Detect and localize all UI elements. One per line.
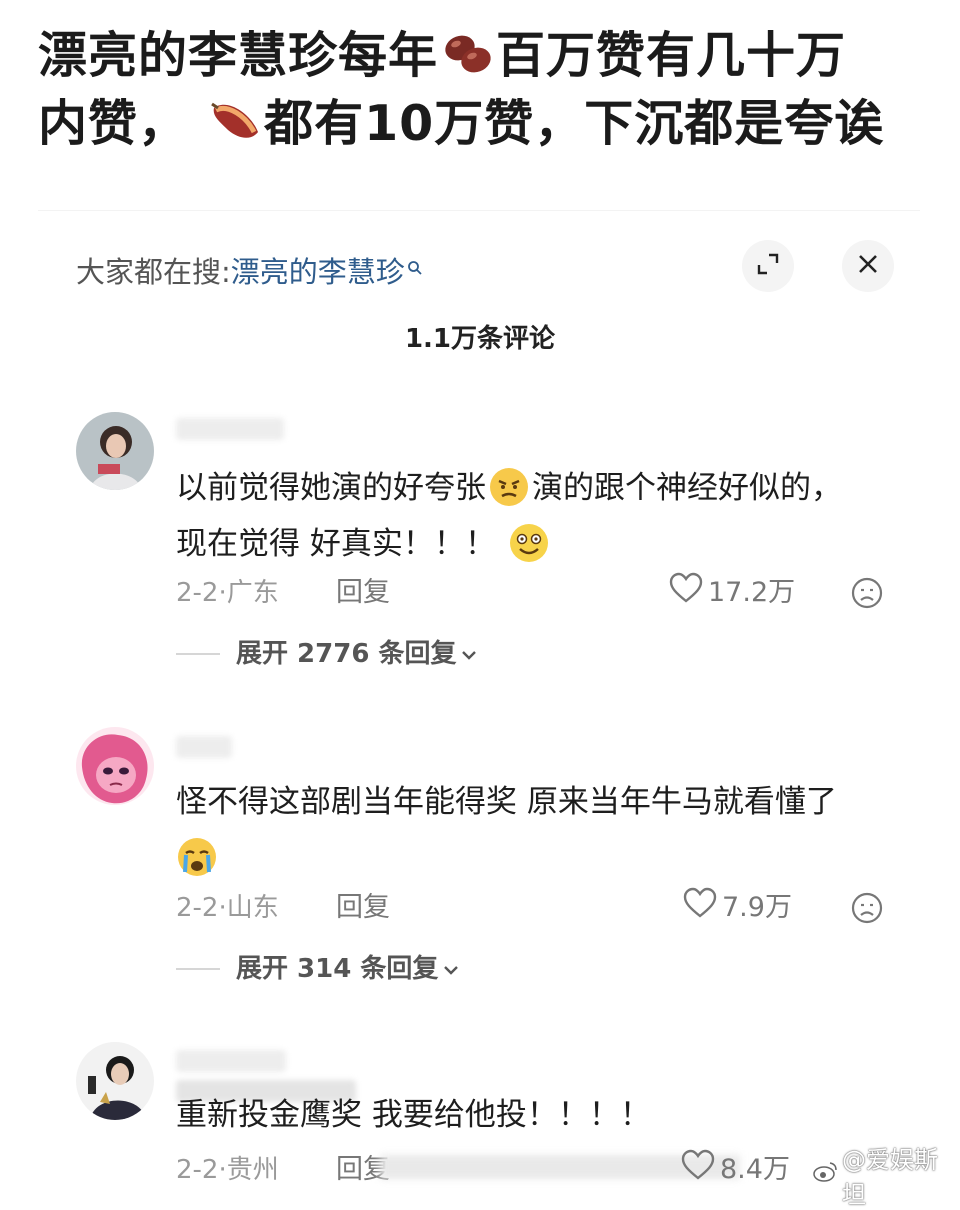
search-suggestion[interactable]: 大家都在搜:漂亮的李慧珍 <box>76 242 423 290</box>
headline-text: 漂亮的李慧珍每年 百万赞有几十万 内赞， 都有10万赞，下沉都是夸诶 <box>38 22 938 158</box>
chevron-down-icon <box>442 951 460 987</box>
heart-icon <box>668 572 708 614</box>
heart-icon <box>680 1149 720 1191</box>
watermark-text: @爱娱斯坦 <box>842 1146 938 1209</box>
like-button[interactable]: 17.2万 <box>668 572 796 614</box>
cry-emoji-icon <box>176 836 218 878</box>
username-blurred[interactable] <box>176 418 284 440</box>
divider <box>176 653 220 655</box>
date-location: 2-2·广东 <box>176 578 279 608</box>
reply-button[interactable]: 回复 <box>336 575 390 611</box>
username-blurred[interactable] <box>176 736 232 758</box>
expand-button[interactable] <box>742 240 794 292</box>
comment-text-part: 重新投金鹰奖 我要给他投！！！！ <box>176 1097 651 1133</box>
comment-text: 怪不得这部剧当年能得奖 原来当年牛马就看懂了 <box>176 774 896 886</box>
heart-icon <box>682 887 722 929</box>
smile-emoji-icon <box>508 522 550 564</box>
comment-text-part: 怪不得这部剧当年能得奖 原来当年牛马就看懂了 <box>176 784 837 820</box>
expand-replies-button[interactable]: 展开 314 条回复 <box>176 951 460 987</box>
expand-replies-label: 展开 314 条回复 <box>236 954 439 984</box>
avatar[interactable] <box>76 1042 154 1120</box>
expand-replies-button[interactable]: 展开 2776 条回复 <box>176 636 478 672</box>
reply-button[interactable]: 回复 <box>336 890 390 926</box>
comment-text-part: 以前觉得她演的好夸张 <box>176 470 486 506</box>
like-count: 7.9万 <box>722 892 792 923</box>
comments-count: 1.1万条评论 <box>404 324 556 354</box>
username-blurred[interactable] <box>176 1050 286 1072</box>
dislike-icon[interactable] <box>850 576 884 610</box>
search-icon <box>407 242 423 290</box>
expand-replies-label: 展开 2776 条回复 <box>236 639 457 669</box>
bean-emoji-icon <box>438 26 496 78</box>
headline-part-3: 内赞， <box>38 95 189 152</box>
expand-icon <box>755 251 781 281</box>
like-count: 8.4万 <box>720 1154 790 1185</box>
close-button[interactable] <box>842 240 894 292</box>
comment-text: 以前觉得她演的好夸张 演的跟个神经好似的， 现在觉得 好真实！！！ <box>176 460 896 572</box>
search-term-link[interactable]: 漂亮的李慧珍 <box>231 255 405 289</box>
comment-text-part: 演的跟个神经好似的， <box>532 470 842 506</box>
close-icon <box>856 252 880 280</box>
dislike-icon[interactable] <box>850 891 884 925</box>
date-location: 2-2·山东 <box>176 893 279 923</box>
angry-emoji-icon <box>488 466 530 508</box>
date-location: 2-2·贵州 <box>176 1155 279 1185</box>
search-prefix: 大家都在搜: <box>76 255 231 289</box>
comment-text-part: 现在觉得 好真实！！！ <box>176 526 496 562</box>
headline-part-1: 漂亮的李慧珍每年 <box>38 27 439 84</box>
headline-part-4: 都有10万赞，下沉都是夸诶 <box>264 95 885 152</box>
weibo-icon <box>812 1161 838 1189</box>
avatar[interactable] <box>76 727 154 805</box>
like-button[interactable]: 8.4万 <box>680 1149 790 1191</box>
like-count: 17.2万 <box>708 577 796 608</box>
like-button[interactable]: 7.9万 <box>682 887 792 929</box>
chevron-down-icon <box>460 636 478 672</box>
divider <box>176 968 220 970</box>
comments-panel <box>38 210 920 1181</box>
watermark: @爱娱斯坦 <box>812 1140 960 1210</box>
panel-border <box>38 210 920 211</box>
avatar[interactable] <box>76 412 154 490</box>
sweet-potato-emoji-icon <box>206 94 264 146</box>
comment-text: 重新投金鹰奖 我要给他投！！！！ <box>176 1087 896 1143</box>
headline-part-2: 百万赞有几十万 <box>496 27 847 84</box>
